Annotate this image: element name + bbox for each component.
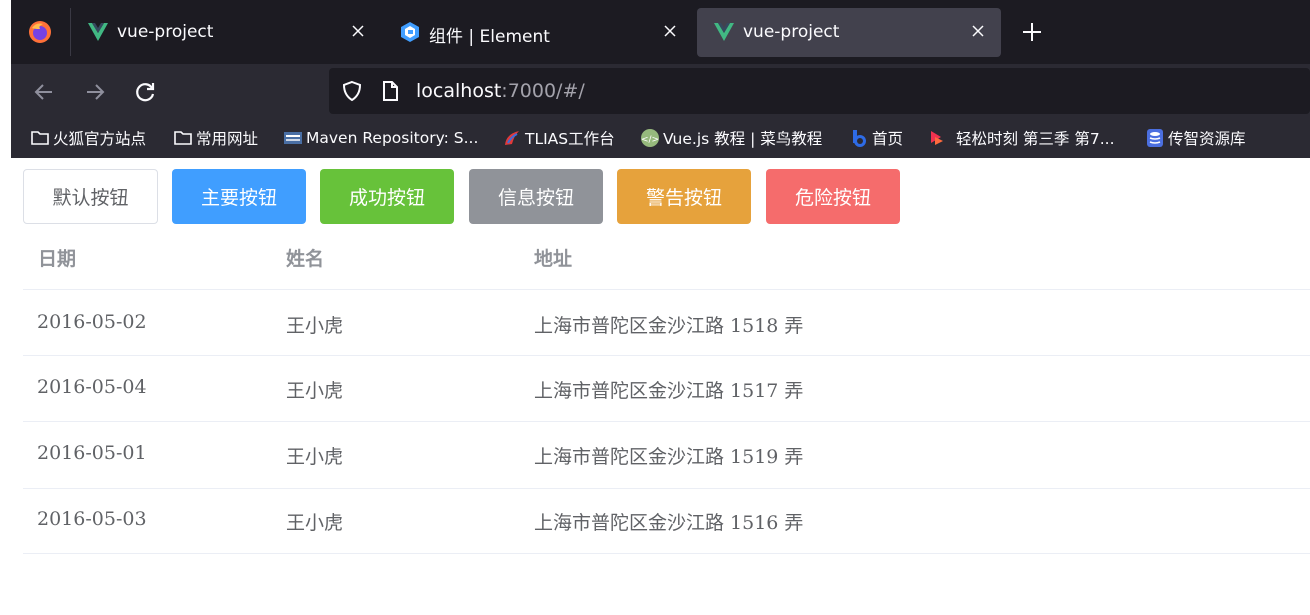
forward-arrow-icon[interactable] (81, 78, 109, 106)
bookmark-label: TLIAS工作台 (525, 130, 615, 148)
firefox-icon[interactable] (28, 20, 52, 44)
bookmark-label: Maven Repository: S... (306, 129, 479, 147)
url-text[interactable]: localhost:7000/#/ (416, 80, 585, 102)
name-cell: 王小虎 (286, 512, 344, 534)
address-cell: 上海市普陀区金沙江路 1519 弄 (534, 446, 804, 468)
vue-icon (714, 23, 734, 41)
bookmark-label: 常用网址 (196, 130, 259, 148)
url-path: :7000/#/ (501, 80, 585, 102)
column-header-date: 日期 (38, 248, 77, 270)
tab-bar: vue-project 组件 | Element vue-project (11, 0, 1310, 64)
plus-icon[interactable] (1019, 19, 1045, 45)
shield-icon[interactable] (341, 80, 363, 102)
browser-chrome: vue-project 组件 | Element vue-project loc… (11, 0, 1310, 158)
column-header-address: 地址 (534, 248, 573, 270)
primary-button[interactable]: 主要按钮 (172, 169, 306, 224)
bookmark-item[interactable]: 火狐官方站点 (30, 127, 146, 149)
tab-title: vue-project (743, 22, 840, 42)
bookmark-label: 轻松时刻 第三季 第7... (956, 130, 1115, 148)
address-cell: 上海市普陀区金沙江路 1517 弄 (534, 380, 804, 402)
tab-vue-project-active[interactable]: vue-project (697, 8, 1001, 57)
date-cell: 2016-05-01 (37, 442, 147, 464)
address-cell: 上海市普陀区金沙江路 1518 弄 (534, 315, 804, 337)
bookmark-label: 传智资源库 (1168, 130, 1246, 148)
element-icon (401, 22, 419, 42)
bookmark-item[interactable]: </> Vue.js 教程 | 菜鸟教程 (640, 127, 822, 149)
info-button[interactable]: 信息按钮 (469, 169, 603, 224)
bookmark-item[interactable]: TLIAS工作台 (502, 127, 615, 149)
youku-icon (931, 131, 943, 145)
nav-bar: localhost:7000/#/ (11, 64, 1310, 119)
bookmark-item[interactable]: Maven Repository: S... (283, 127, 478, 149)
bookmark-label: 首页 (872, 130, 904, 148)
date-cell: 2016-05-03 (37, 508, 147, 530)
address-cell: 上海市普陀区金沙江路 1516 弄 (534, 512, 804, 534)
url-bar[interactable]: localhost:7000/#/ (329, 68, 1310, 114)
bookmark-item[interactable]: 常用网址 (173, 127, 258, 149)
default-button[interactable]: 默认按钮 (23, 169, 158, 224)
date-cell: 2016-05-04 (37, 376, 147, 398)
warning-button[interactable]: 警告按钮 (617, 169, 751, 224)
folder-icon (174, 131, 192, 145)
bookmark-label: 火狐官方站点 (53, 130, 147, 148)
database-icon (1147, 129, 1163, 147)
maven-icon (284, 132, 302, 144)
column-header-name: 姓名 (286, 248, 325, 270)
back-arrow-icon[interactable] (30, 78, 58, 106)
tab-title: 组件 | Element (429, 27, 550, 47)
bookmark-item[interactable]: 轻松时刻 第三季 第7... (927, 127, 1115, 149)
baidu-icon (853, 130, 866, 147)
success-button[interactable]: 成功按钮 (320, 169, 454, 224)
tab-vue-project-1[interactable]: vue-project (71, 8, 381, 57)
date-cell: 2016-05-02 (37, 311, 147, 333)
page-icon[interactable] (379, 80, 401, 102)
vue-icon (88, 23, 108, 41)
tab-title: vue-project (117, 22, 214, 42)
row-divider (23, 421, 1310, 422)
bookmark-label: Vue.js 教程 | 菜鸟教程 (663, 130, 823, 148)
row-divider (23, 355, 1310, 356)
reload-icon[interactable] (131, 78, 159, 106)
danger-button[interactable]: 危险按钮 (766, 169, 900, 224)
name-cell: 王小虎 (286, 446, 344, 468)
tab-element[interactable]: 组件 | Element (383, 8, 693, 57)
row-divider (23, 553, 1310, 554)
row-divider (23, 289, 1310, 290)
runoob-icon: </> (641, 129, 659, 147)
bookmark-item[interactable]: 首页 (849, 127, 903, 149)
bookmarks-bar: 火狐官方站点 常用网址 Maven Repository: S... TLIAS… (11, 119, 1310, 158)
close-icon[interactable] (967, 20, 989, 42)
name-cell: 王小虎 (286, 380, 344, 402)
tlias-icon (505, 131, 519, 145)
row-divider (23, 488, 1310, 489)
url-host: localhost (416, 80, 502, 102)
bookmark-item[interactable]: 传智资源库 (1145, 127, 1246, 149)
name-cell: 王小虎 (286, 315, 344, 337)
close-icon[interactable] (347, 20, 369, 42)
close-icon[interactable] (659, 20, 681, 42)
folder-icon (31, 131, 49, 145)
svg-text:</>: </> (641, 135, 659, 145)
